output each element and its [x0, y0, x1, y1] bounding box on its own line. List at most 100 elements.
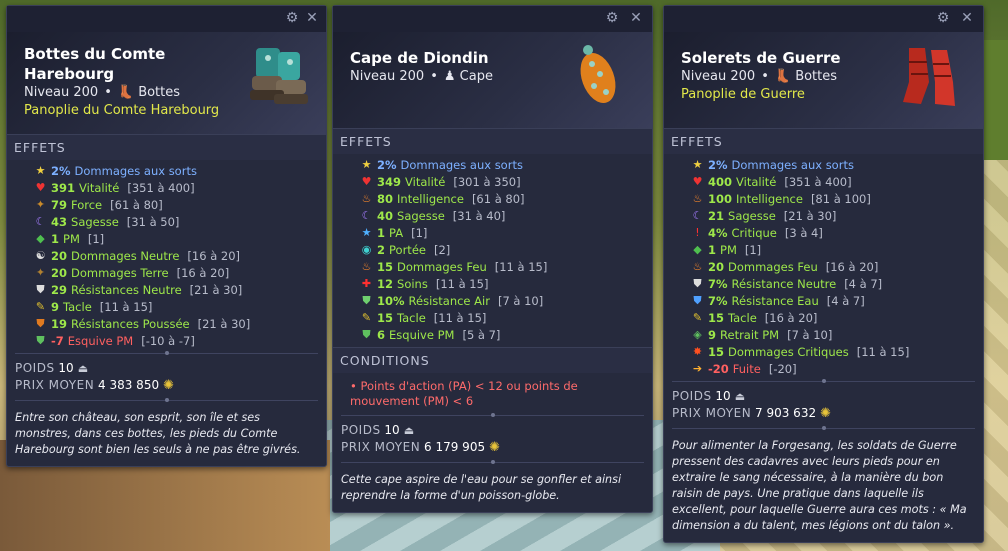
divider [341, 460, 644, 464]
tooltip-titlebar: ⚙ ✕ [333, 6, 652, 32]
effect-row: ♨ 15 Dommages Feu [11 à 15] [333, 258, 652, 275]
gear-icon[interactable]: ⚙ [604, 10, 620, 26]
effect-value: 2% [51, 163, 71, 178]
effect-range: [4 à 7] [826, 293, 865, 308]
effect-range: [81 à 100] [810, 191, 871, 206]
effect-value: 391 [51, 180, 76, 195]
divider [341, 413, 644, 417]
price-value: 6 179 905 [424, 440, 486, 454]
price-row: PRIX MOYEN 6 179 905 ✺ [333, 438, 652, 462]
effect-range: [3 à 4] [784, 225, 823, 240]
effect-row: ✚ 12 Soins [11 à 15] [333, 275, 652, 292]
effect-value: 9 [51, 299, 60, 314]
effect-value: 40 [377, 208, 394, 223]
divider [15, 351, 318, 355]
tackle-icon: ✎ [361, 311, 372, 324]
effect-range: [21 à 30] [783, 208, 837, 223]
effect-label: Dommages Neutre [71, 248, 180, 263]
tackle-icon: ✎ [692, 311, 703, 324]
effect-row: ✎ 9 Tacle [11 à 15] [7, 298, 326, 315]
boot-type-icon: 👢 [117, 85, 139, 100]
effect-label: Tacle [397, 310, 426, 325]
effect-value: 10% [377, 293, 405, 308]
effect-row: ☾ 43 Sagesse [31 à 50] [7, 213, 326, 230]
effect-label: Tacle [63, 299, 92, 314]
item-tooltip-bottes-harebourg[interactable]: ⚙ ✕ Bottes du Comte Harebourg Niveau 200… [6, 5, 327, 467]
effect-label: Résistance Air [408, 293, 490, 308]
weight-value: 10 [715, 389, 731, 403]
effect-range: [351 à 400] [127, 180, 195, 195]
item-tooltip-cape-diondin[interactable]: ⚙ ✕ Cape de Diondin Niveau 200 • ♟ Cape EF… [332, 5, 653, 513]
close-icon[interactable]: ✕ [959, 10, 975, 26]
solerets-item-image [903, 48, 955, 106]
close-icon[interactable]: ✕ [304, 10, 320, 26]
item-name: Bottes du Comte Harebourg [24, 45, 166, 83]
item-description: Cette cape aspire de l'eau pour se gonfl… [341, 473, 622, 502]
effect-value: 2% [708, 157, 728, 172]
effect-value: 15 [708, 344, 725, 359]
effect-range: [-20] [768, 361, 797, 376]
effect-label: Vitalité [405, 174, 446, 189]
effect-label: Vitalité [736, 174, 777, 189]
weight-icon: ⏏ [77, 362, 89, 375]
heart-icon: ♥ [692, 175, 703, 188]
effect-range: [1] [87, 231, 105, 246]
flee-icon: ➔ [692, 362, 703, 375]
gear-icon[interactable]: ⚙ [935, 10, 951, 26]
retreat-icon: ◈ [693, 328, 702, 341]
effect-range: [16 à 20] [825, 259, 879, 274]
gear-icon[interactable]: ⚙ [284, 10, 300, 26]
effect-label: Résistances Neutre [71, 282, 182, 297]
effect-label: Vitalité [79, 180, 120, 195]
effect-value: 1 [377, 225, 386, 240]
effect-label: Portée [389, 242, 426, 257]
fire-icon: ♨ [361, 260, 372, 273]
effect-row: ♨ 100 Intelligence [81 à 100] [664, 190, 983, 207]
effect-range: [4 à 7] [844, 276, 883, 291]
price-label: PRIX MOYEN [341, 440, 421, 454]
effect-row: ✸ 15 Dommages Critiques [11 à 15] [664, 343, 983, 360]
effect-value: 15 [377, 259, 394, 274]
push-shield-icon: ⛊ [36, 317, 45, 330]
effect-label: Esquive PM [67, 333, 134, 348]
item-tooltip-solerets-guerre[interactable]: ⚙ ✕ Solerets de Guerre Niveau 200 • 👢 Bott… [663, 5, 984, 543]
effect-label: Critique [731, 225, 777, 240]
effect-label: Résistances Poussée [71, 316, 190, 331]
strength-icon: ✦ [35, 198, 46, 211]
effect-label: Force [71, 197, 103, 212]
heart-icon: ♥ [361, 175, 372, 188]
effect-label: PA [389, 225, 404, 240]
effect-row: ★ 1 PA [1] [333, 224, 652, 241]
item-header: Bottes du Comte Harebourg Niveau 200 • 👢 B… [7, 32, 326, 134]
effect-value: 43 [51, 214, 68, 229]
effect-value: 1 [708, 242, 717, 257]
effect-range: [31 à 40] [452, 208, 506, 223]
weight-value: 10 [384, 423, 400, 437]
effect-value: 15 [708, 310, 725, 325]
effect-value: 80 [377, 191, 394, 206]
crit-icon: ! [695, 226, 700, 239]
effect-row: ☯ 20 Dommages Neutre [16 à 20] [7, 247, 326, 264]
item-type: Bottes [795, 69, 838, 84]
effect-label: Fuite [732, 361, 761, 376]
effect-row: ☾ 40 Sagesse [31 à 40] [333, 207, 652, 224]
moon-icon: ☾ [35, 215, 46, 228]
fire-icon: ♨ [361, 192, 372, 205]
effect-value: 21 [708, 208, 725, 223]
range-icon: ◉ [361, 243, 372, 256]
effect-value: 12 [377, 276, 394, 291]
effect-range: [16 à 20] [176, 265, 230, 280]
effect-label: Esquive PM [389, 327, 455, 342]
price-label: PRIX MOYEN [672, 406, 752, 420]
shield-air-icon: ⛊ [362, 294, 371, 307]
effect-row: ⛊ -7 Esquive PM [-10 à -7] [7, 332, 326, 349]
effect-row: ⛊ 6 Esquive PM [5 à 7] [333, 326, 652, 343]
effect-range: [31 à 50] [126, 214, 180, 229]
effect-range: [61 à 80] [110, 197, 163, 212]
price-value: 4 383 850 [98, 378, 160, 392]
effect-value: 400 [708, 174, 733, 189]
close-icon[interactable]: ✕ [628, 10, 644, 26]
tackle-icon: ✎ [35, 300, 46, 313]
effect-value: -20 [708, 361, 729, 376]
weight-icon: ⏏ [734, 390, 746, 403]
